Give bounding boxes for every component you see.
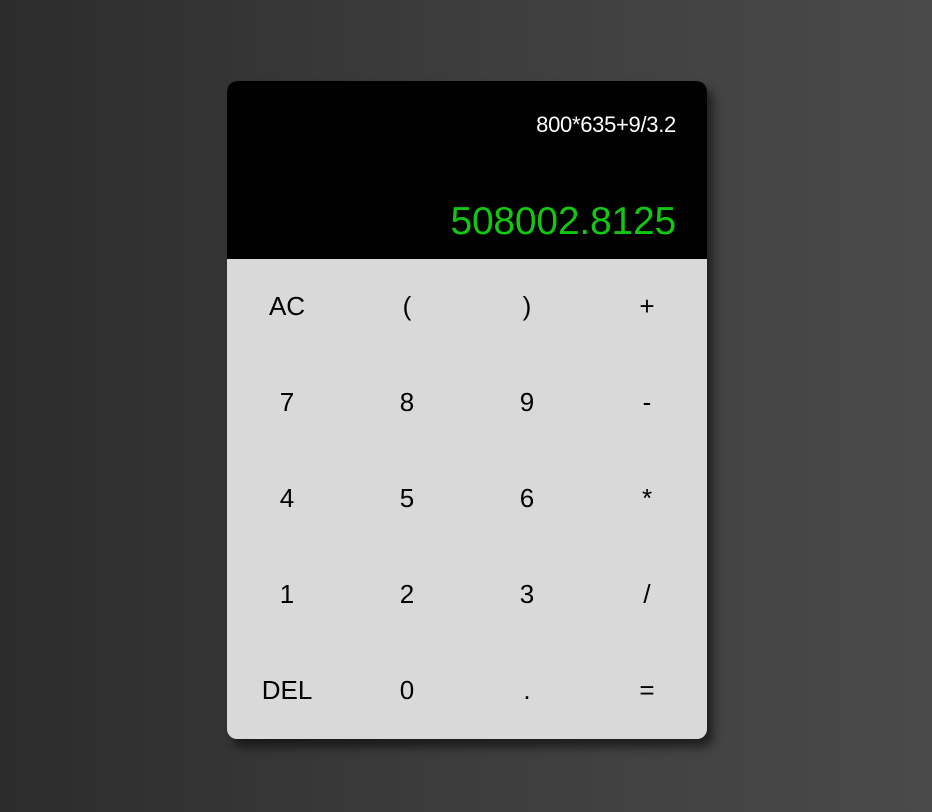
open-paren-button[interactable]: ( (347, 259, 467, 355)
clear-all-button[interactable]: AC (227, 259, 347, 355)
close-paren-button[interactable]: ) (467, 259, 587, 355)
add-button[interactable]: + (587, 259, 707, 355)
equals-button[interactable]: = (587, 643, 707, 739)
digit-8-button[interactable]: 8 (347, 355, 467, 451)
subtract-button[interactable]: - (587, 355, 707, 451)
calculator: 800*635+9/3.2 508002.8125 AC ( ) + 7 8 9… (227, 81, 707, 739)
digit-1-button[interactable]: 1 (227, 547, 347, 643)
digit-9-button[interactable]: 9 (467, 355, 587, 451)
digit-0-button[interactable]: 0 (347, 643, 467, 739)
multiply-button[interactable]: * (587, 451, 707, 547)
calculator-display: 800*635+9/3.2 508002.8125 (227, 81, 707, 259)
result-readout: 508002.8125 (450, 200, 676, 243)
keypad: AC ( ) + 7 8 9 - 4 5 6 * 1 2 3 / DEL 0 .… (227, 259, 707, 739)
digit-5-button[interactable]: 5 (347, 451, 467, 547)
digit-6-button[interactable]: 6 (467, 451, 587, 547)
digit-2-button[interactable]: 2 (347, 547, 467, 643)
digit-7-button[interactable]: 7 (227, 355, 347, 451)
divide-button[interactable]: / (587, 547, 707, 643)
digit-4-button[interactable]: 4 (227, 451, 347, 547)
delete-button[interactable]: DEL (227, 643, 347, 739)
expression-readout: 800*635+9/3.2 (536, 112, 676, 137)
decimal-point-button[interactable]: . (467, 643, 587, 739)
digit-3-button[interactable]: 3 (467, 547, 587, 643)
